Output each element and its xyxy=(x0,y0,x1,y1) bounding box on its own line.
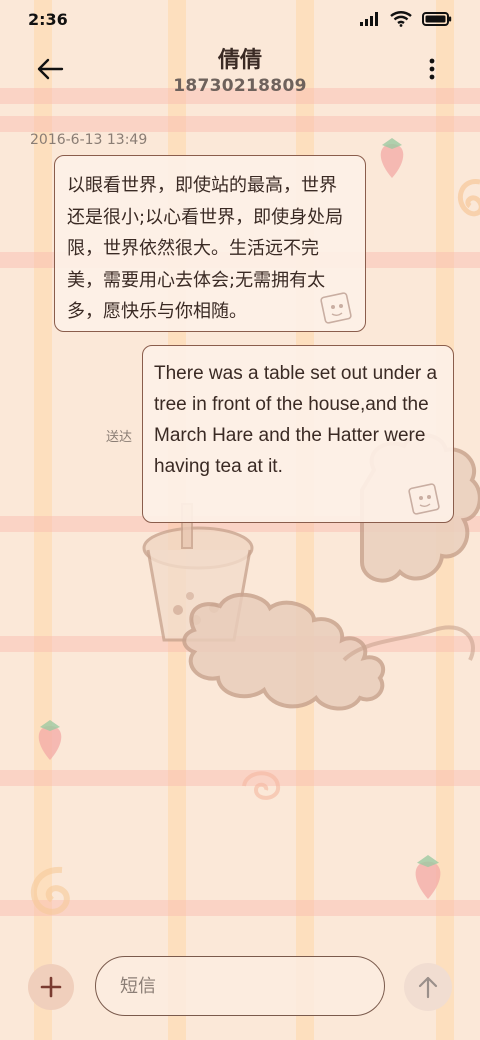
outgoing-message-bubble[interactable]: There was a table set out under a tree i… xyxy=(142,345,454,523)
strawberry-icon xyxy=(380,138,404,178)
contact-number: 18730218809 xyxy=(173,76,307,96)
plus-icon xyxy=(40,976,62,998)
more-vertical-icon xyxy=(429,58,435,80)
message-timestamp: 2016-6-13 13:49 xyxy=(30,132,148,148)
attach-button[interactable] xyxy=(28,964,74,1010)
send-button[interactable] xyxy=(404,963,452,1011)
status-icons xyxy=(360,11,452,27)
wifi-icon xyxy=(390,11,412,27)
status-time: 2:36 xyxy=(28,9,68,29)
incoming-message-bubble[interactable]: 以眼看世界，即使站的最高，世界还是很小;以心看世界，即使身处局限，世界依然很大。… xyxy=(54,155,366,332)
conversation-header: 倩倩 18730218809 xyxy=(0,38,480,108)
signal-icon xyxy=(360,12,378,26)
swirl-icon xyxy=(457,179,480,217)
strawberry-icon xyxy=(38,720,62,760)
contact-title: 倩倩 18730218809 xyxy=(0,42,480,96)
more-options-button[interactable] xyxy=(420,52,444,86)
message-text: 以眼看世界，即使站的最高，世界还是很小;以心看世界，即使身处局限，世界依然很大。… xyxy=(67,175,344,322)
note-sticker-icon xyxy=(408,483,440,515)
message-text: There was a table set out under a tree i… xyxy=(154,363,438,477)
contact-name: 倩倩 xyxy=(217,48,262,73)
status-bar: 2:36 xyxy=(0,0,480,38)
note-sticker-icon xyxy=(320,292,352,324)
delivery-status: 送达 xyxy=(106,430,133,445)
message-input[interactable] xyxy=(95,956,385,1016)
compose-bar xyxy=(0,952,480,1022)
strawberry-icon xyxy=(415,855,441,899)
arrow-up-icon xyxy=(418,976,438,999)
swirl-icon xyxy=(242,771,280,800)
battery-icon xyxy=(422,12,452,26)
swirl-icon xyxy=(30,866,70,915)
